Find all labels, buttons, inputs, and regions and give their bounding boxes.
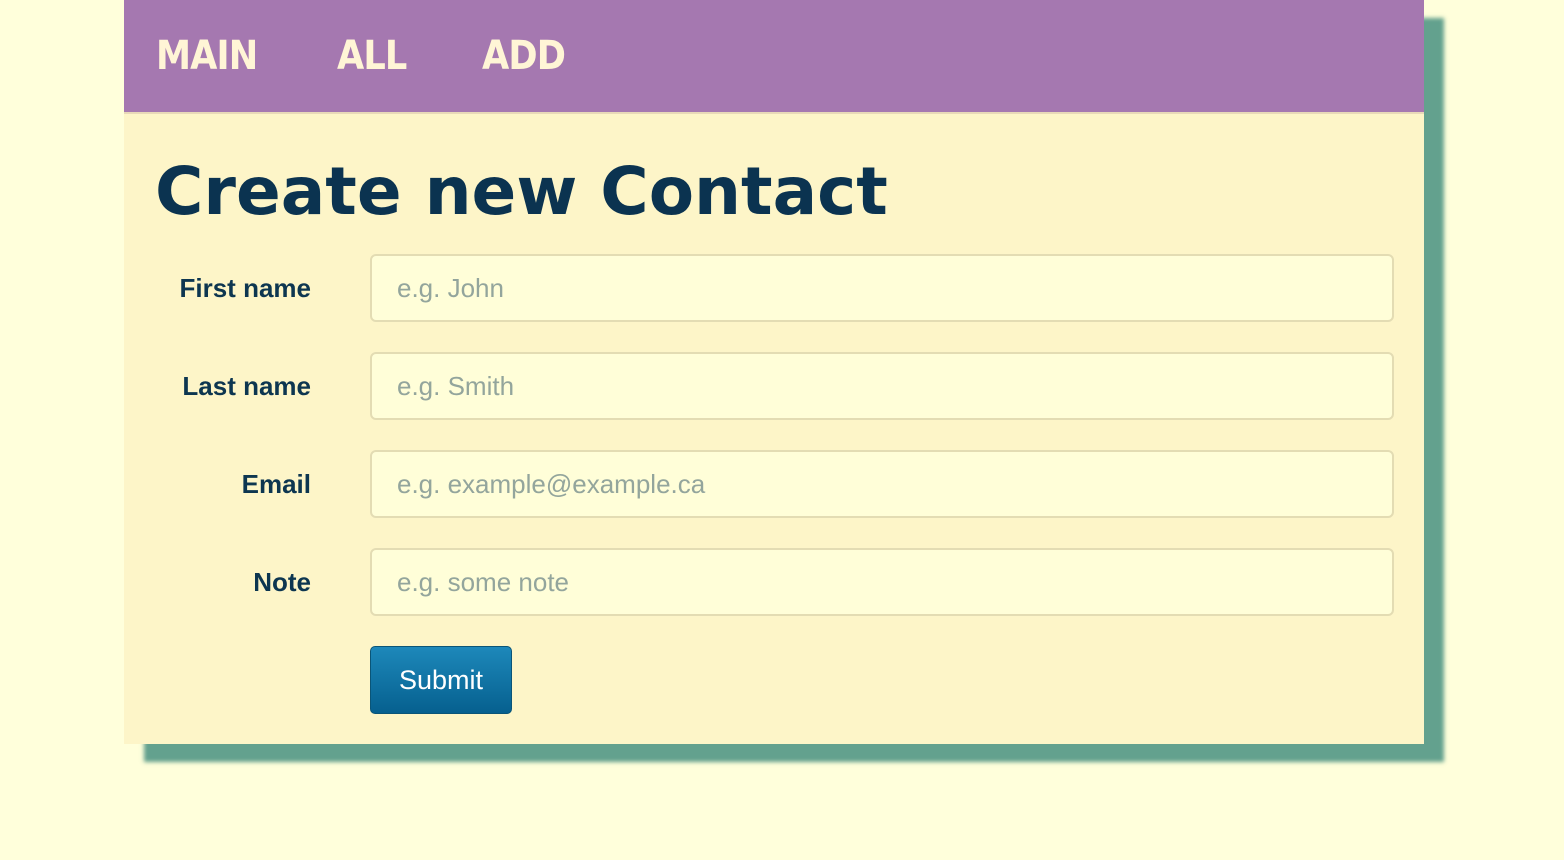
nav-link-all[interactable]: ALL (337, 33, 407, 79)
top-navbar: MAIN ALL ADD (124, 0, 1424, 114)
submit-button[interactable]: Submit (370, 646, 512, 714)
nav-link-add[interactable]: ADD (482, 33, 566, 79)
first-name-label: First name (179, 273, 312, 303)
page-title: Create new Contact (155, 153, 888, 230)
last-name-row: Last name (124, 352, 1424, 420)
note-input[interactable] (370, 548, 1394, 616)
email-input[interactable] (370, 450, 1394, 518)
first-name-row: First name (124, 254, 1424, 322)
note-label: Note (253, 567, 311, 597)
note-row: Note (124, 548, 1424, 616)
email-label: Email (241, 469, 311, 499)
last-name-label: Last name (182, 371, 311, 401)
last-name-input[interactable] (370, 352, 1394, 420)
nav-link-main[interactable]: MAIN (156, 33, 258, 79)
contact-card: MAIN ALL ADD Create new Contact First na… (124, 0, 1424, 744)
first-name-input[interactable] (370, 254, 1394, 322)
email-row: Email (124, 450, 1424, 518)
